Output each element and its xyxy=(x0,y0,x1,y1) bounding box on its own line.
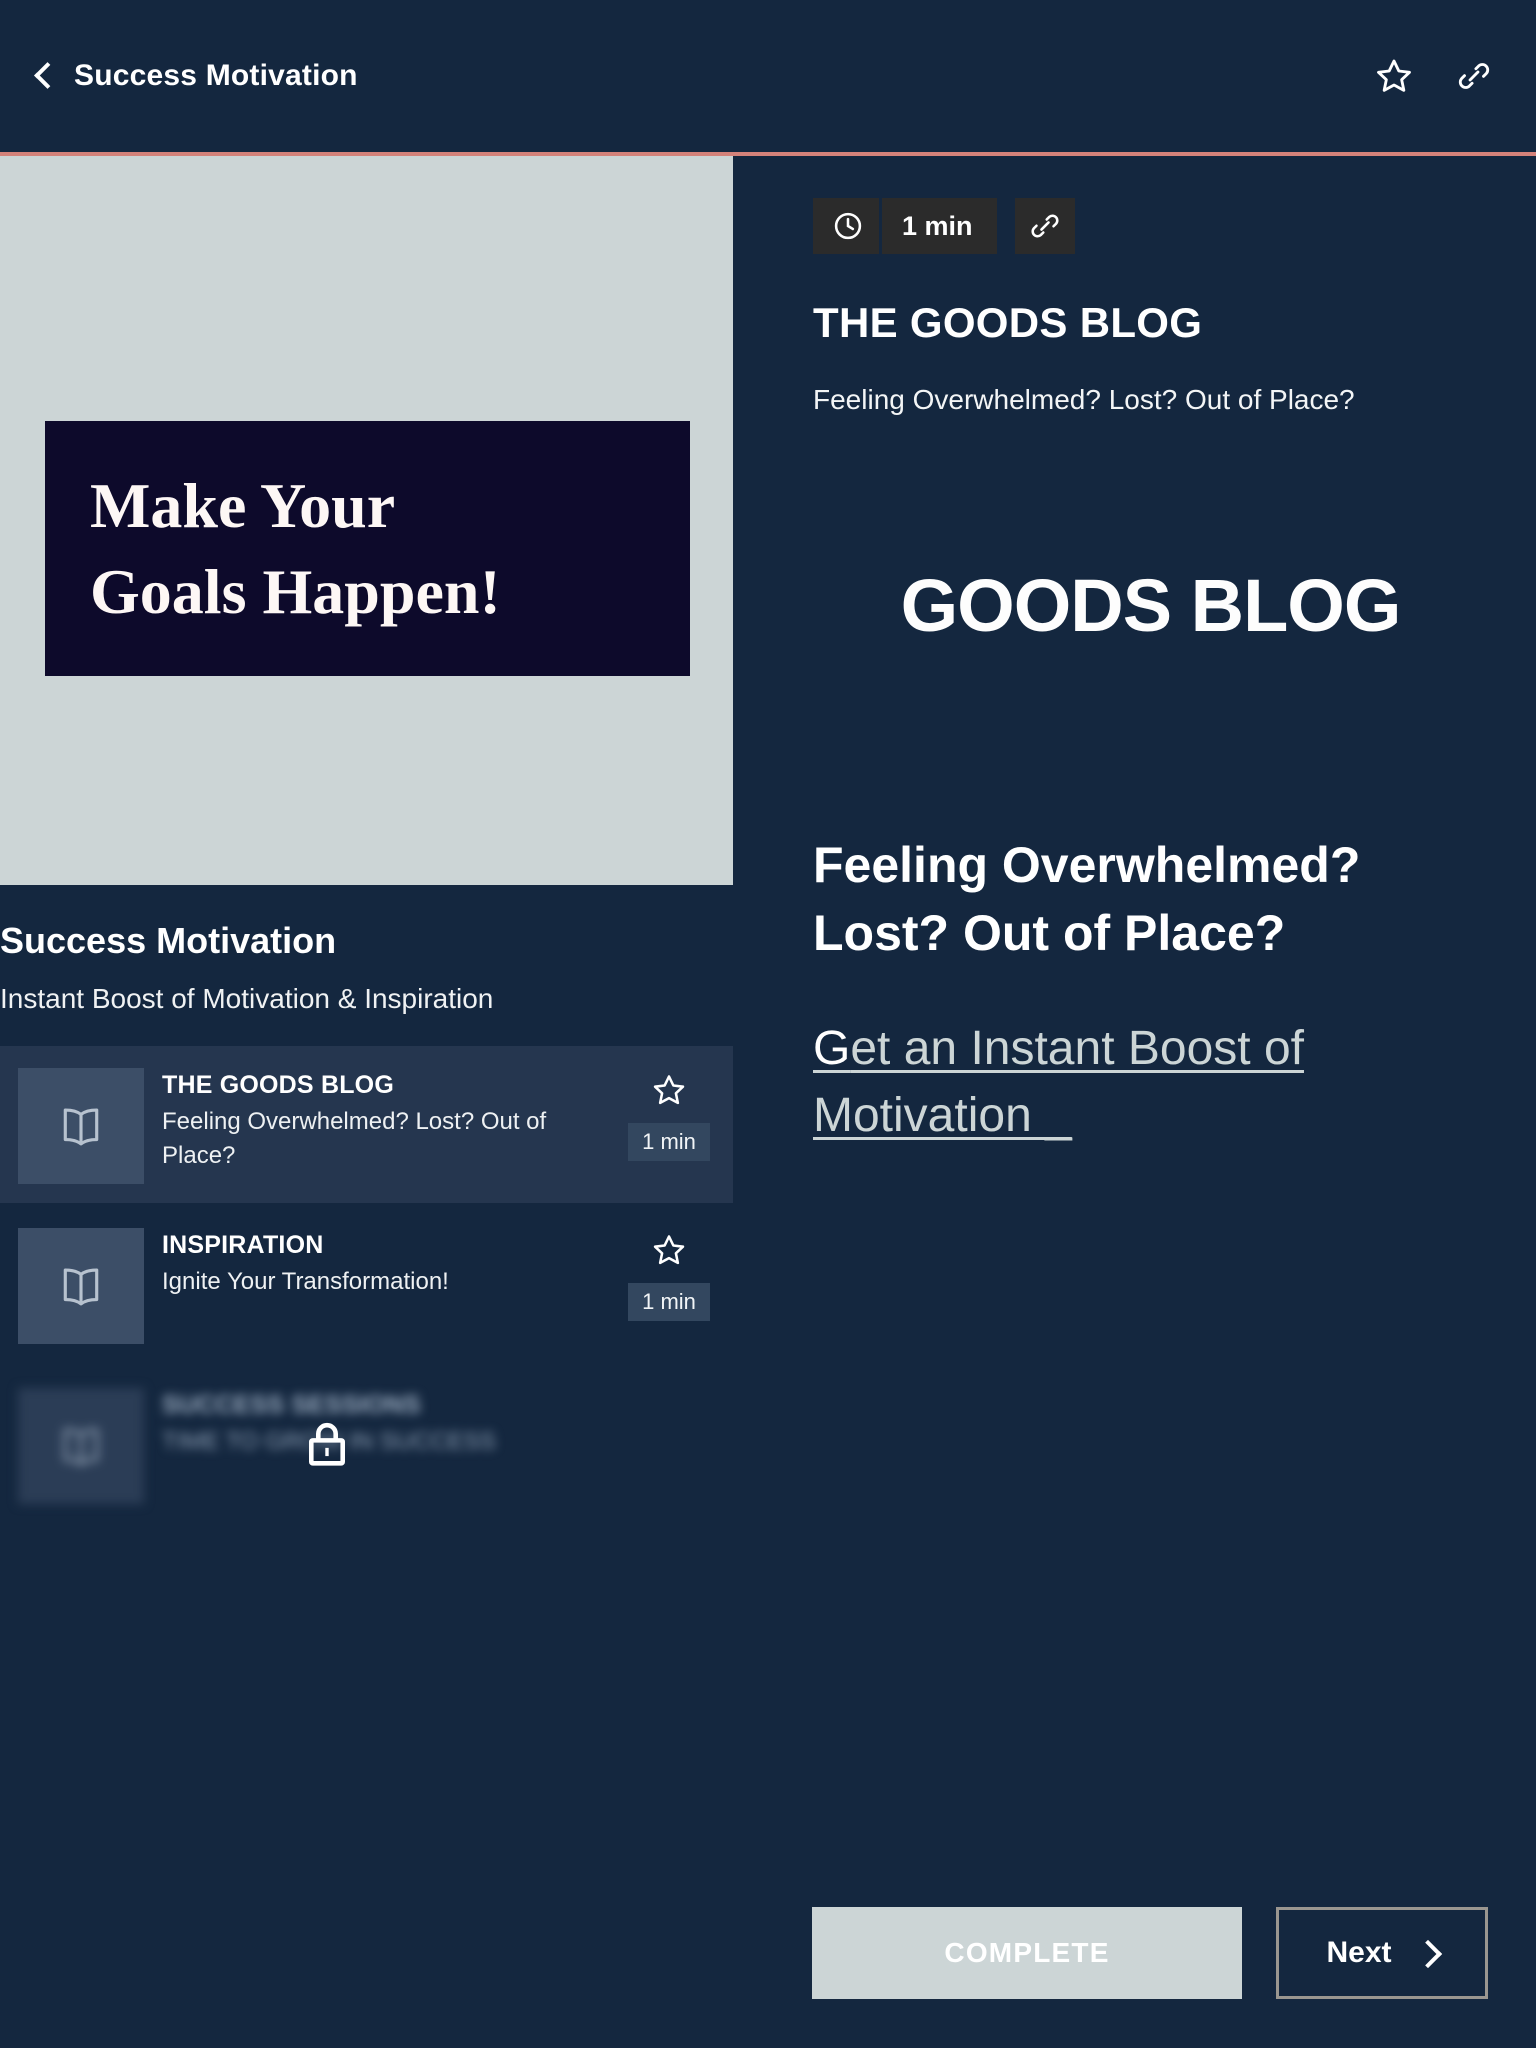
brand-logo: GOODS BLOG xyxy=(813,419,1488,643)
back-chevron-icon[interactable] xyxy=(30,63,56,89)
star-icon[interactable] xyxy=(651,1232,687,1273)
list-item-desc: Ignite Your Transformation! xyxy=(162,1268,449,1296)
clock-icon xyxy=(813,209,879,243)
list-item-kicker: SUCCESS SESSIONS xyxy=(162,1390,421,1419)
copy-link-button[interactable] xyxy=(1014,198,1075,254)
star-icon[interactable] xyxy=(651,1072,687,1113)
next-button[interactable]: Next xyxy=(1276,1907,1488,1999)
list-item-meta: 1 min xyxy=(605,1068,733,1162)
hero-quote-box: Make Your Goals Happen! xyxy=(45,421,690,676)
course-title: Success Motivation xyxy=(0,920,337,961)
duration-badge: 1 min xyxy=(628,1122,710,1162)
brand-logo-text: GOODS BLOG xyxy=(900,563,1402,647)
list-item-body: INSPIRATION Ignite Your Transformation! xyxy=(144,1228,605,1299)
next-button-label: Next xyxy=(1326,1936,1392,1969)
lesson-subtitle: Feeling Overwhelmed? Lost? Out of Place? xyxy=(813,384,1355,416)
list-item-meta: 1 min xyxy=(605,1228,733,1322)
book-icon xyxy=(18,1067,144,1184)
list-item[interactable]: INSPIRATION Ignite Your Transformation! … xyxy=(0,1205,733,1366)
complete-button[interactable]: COMPLETE xyxy=(812,1907,1242,1999)
left-panel: Make Your Goals Happen! Success Motivati… xyxy=(0,156,733,2048)
cta-link-rest: et an Instant Boost of Motivation _ xyxy=(813,1021,1304,1142)
hero-line-2: Goals Happen! xyxy=(90,555,501,627)
hero-line-1: Make Your xyxy=(90,470,396,542)
top-bar-left: Success Motivation xyxy=(0,59,358,93)
list-item[interactable]: SUCCESS SESSIONS TIME TO GROW IN SUCCESS xyxy=(0,1365,733,1526)
footer-actions: COMPLETE Next xyxy=(812,1907,1488,1999)
cta-link[interactable]: Get an Instant Boost of Motivation _ xyxy=(813,967,1473,1149)
list-item[interactable]: THE GOODS BLOG Feeling Overwhelmed? Lost… xyxy=(0,1045,733,1206)
book-icon xyxy=(18,1387,144,1504)
link-icon[interactable] xyxy=(1452,54,1496,98)
book-icon xyxy=(18,1227,144,1344)
lesson-kicker: THE GOODS BLOG xyxy=(813,299,1203,346)
list-item-kicker: INSPIRATION xyxy=(162,1230,324,1259)
top-bar: Success Motivation xyxy=(0,0,1536,156)
article-headline: Feeling Overwhelmed? Lost? Out of Place? xyxy=(813,836,1361,961)
chevron-right-icon xyxy=(1416,1942,1438,1964)
duration-text: 1 min xyxy=(902,210,973,241)
right-panel: 1 min THE GOODS BLOG Feeling Overwhelmed… xyxy=(733,156,1536,2048)
duration-pill: 1 min xyxy=(813,198,997,254)
course-subtitle: Instant Boost of Motivation & Inspiratio… xyxy=(0,983,494,1015)
cta-link-lead: G xyxy=(813,1021,851,1075)
page-title: Success Motivation xyxy=(74,59,358,92)
duration-badge: 1 min xyxy=(628,1282,710,1322)
top-bar-actions xyxy=(1372,54,1536,98)
list-item-body: SUCCESS SESSIONS TIME TO GROW IN SUCCESS xyxy=(144,1388,733,1459)
lesson-list: THE GOODS BLOG Feeling Overwhelmed? Lost… xyxy=(0,1045,733,1526)
list-item-desc: TIME TO GROW IN SUCCESS xyxy=(162,1428,496,1456)
list-item-body: THE GOODS BLOG Feeling Overwhelmed? Lost… xyxy=(144,1068,605,1173)
list-item-kicker: THE GOODS BLOG xyxy=(162,1070,394,1099)
list-item-desc: Feeling Overwhelmed? Lost? Out of Place? xyxy=(162,1108,547,1170)
star-icon[interactable] xyxy=(1372,54,1416,98)
course-hero-image: Make Your Goals Happen! xyxy=(0,156,733,885)
lesson-meta-row: 1 min xyxy=(813,198,1488,254)
